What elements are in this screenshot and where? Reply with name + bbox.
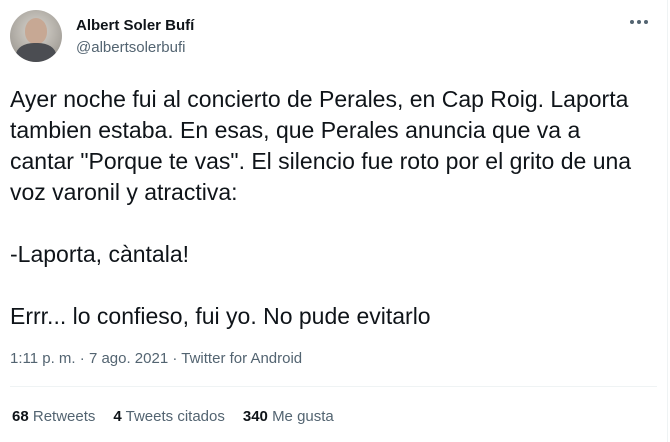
avatar-shoulders: [16, 43, 56, 62]
divider: [10, 386, 657, 387]
quotes-stat[interactable]: 4 Tweets citados: [113, 407, 224, 427]
author-display-name[interactable]: Albert Soler Bufí: [76, 16, 194, 36]
tweet-paragraph-3: Errr... lo confieso, fui yo. No pude evi…: [10, 303, 431, 329]
tweet-source-link[interactable]: Twitter for Android: [181, 350, 302, 367]
tweet-text: Ayer noche fui al concierto de Perales, …: [10, 84, 650, 332]
likes-label: Me gusta: [272, 408, 334, 425]
meta-separator: ·: [79, 350, 85, 367]
meta-separator: ·: [172, 350, 178, 367]
tweet-time: 1:11 p. m.: [10, 350, 76, 367]
retweets-count: 68: [12, 408, 29, 425]
tweet-card: Albert Soler Bufí @albertsolerbufi Ayer …: [0, 0, 668, 442]
tweet-timestamp-link[interactable]: 1:11 p. m. · 7 ago. 2021: [10, 350, 168, 367]
retweets-label: Retweets: [32, 408, 96, 425]
tweet-paragraph-2: -Laporta, càntala!: [10, 241, 190, 267]
more-horizontal-icon[interactable]: [627, 14, 651, 34]
tweet-header: Albert Soler Bufí @albertsolerbufi: [10, 10, 657, 62]
author-handle[interactable]: @albertsolerbufi: [76, 38, 194, 58]
tweet-meta: 1:11 p. m. · 7 ago. 2021 · Twitter for A…: [10, 349, 302, 369]
quotes-count: 4: [113, 408, 122, 425]
retweets-stat[interactable]: 68 Retweets: [12, 407, 95, 427]
avatar-face: [25, 18, 47, 44]
tweet-paragraph-1: Ayer noche fui al concierto de Perales, …: [10, 86, 632, 205]
likes-stat[interactable]: 340 Me gusta: [243, 407, 334, 427]
avatar[interactable]: [10, 10, 62, 62]
quotes-label: Tweets citados: [125, 408, 225, 425]
tweet-stats: 68 Retweets 4 Tweets citados 340 Me gusta: [12, 407, 352, 427]
more-dots-svg: [630, 20, 648, 24]
likes-count: 340: [242, 408, 268, 425]
author-names: Albert Soler Bufí @albertsolerbufi: [76, 16, 194, 58]
tweet-date: 7 ago. 2021: [88, 350, 169, 367]
